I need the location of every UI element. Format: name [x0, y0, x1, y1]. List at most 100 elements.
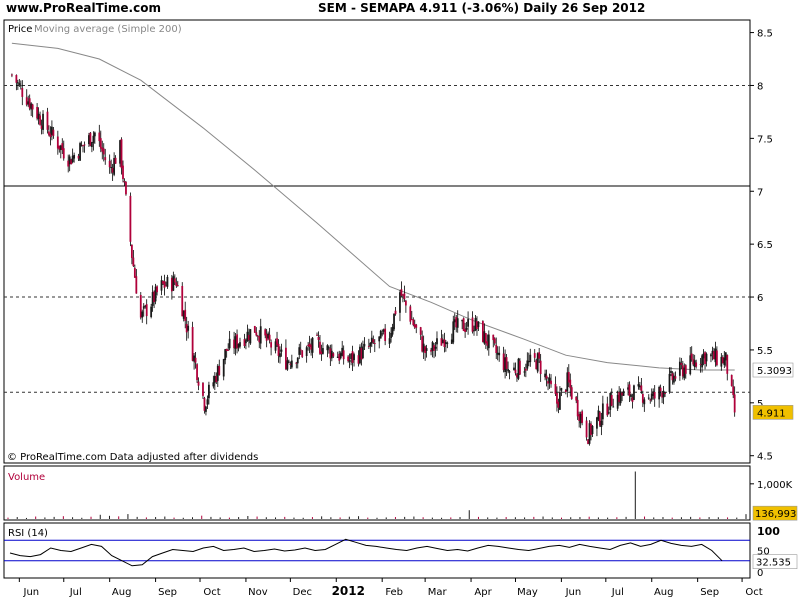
price-candle: [141, 309, 144, 323]
price-candle-body: [674, 376, 677, 379]
price-candle-body: [259, 326, 262, 344]
price-candle: [79, 141, 81, 161]
price-candle: [83, 141, 86, 153]
price-candle-body: [122, 165, 124, 180]
price-candle-body: [633, 385, 635, 400]
price-candle: [202, 382, 204, 399]
price-candle: [56, 130, 59, 155]
price-candle: [311, 336, 314, 359]
price-candle: [643, 397, 646, 412]
price-candle-body: [104, 157, 107, 161]
price-candle: [133, 264, 136, 278]
x-tick-label-3: Sep: [158, 587, 177, 598]
price-candle-body: [524, 368, 527, 371]
price-candle: [290, 354, 293, 369]
price-candle-body: [487, 334, 490, 349]
price-candle: [550, 374, 552, 388]
price-candle-body: [581, 411, 584, 423]
price-candle-body: [664, 392, 666, 394]
price-candle-body: [130, 244, 133, 258]
price-candle-body: [519, 360, 521, 375]
price-candle-body: [93, 132, 96, 137]
price-candle: [42, 110, 44, 135]
price-candle-body: [362, 346, 364, 359]
price-candle-body: [133, 267, 136, 278]
price-candle: [523, 367, 526, 377]
price-candle: [471, 311, 474, 334]
price-candle: [591, 425, 594, 437]
rsi-tick-label-0: 0: [757, 568, 763, 579]
price-candle-body: [477, 321, 480, 328]
price-candle-body: [622, 390, 625, 396]
price-candle-body: [279, 353, 281, 358]
price-candle-body: [83, 144, 86, 146]
rsi-label: RSI (14): [8, 528, 48, 539]
price-candle-body: [471, 317, 474, 332]
price-candle: [393, 313, 395, 332]
price-candle: [533, 349, 536, 363]
price-candle-body: [222, 358, 225, 377]
price-candle-body: [322, 348, 324, 354]
price-candle-body: [287, 361, 290, 363]
x-tick-label-15: Sep: [700, 587, 719, 598]
price-candle-body: [569, 379, 572, 389]
price-tick-label-1: 8: [757, 81, 763, 92]
price-candle: [544, 369, 546, 381]
price-candle-body: [467, 319, 469, 327]
volume-label: Volume: [8, 472, 45, 483]
price-candle-body: [212, 382, 215, 387]
price-candle-body: [372, 339, 375, 343]
price-candle-body: [662, 390, 665, 398]
price-candle-body: [92, 135, 95, 143]
price-candle-body: [585, 420, 588, 438]
x-tick-label-12: Jun: [565, 587, 582, 598]
price-candle-body: [425, 348, 428, 351]
x-tick-label-0: Jun: [23, 587, 40, 598]
price-candle-body: [715, 350, 718, 366]
price-candle: [730, 374, 733, 387]
price-label: Price: [8, 24, 32, 35]
price-candle: [606, 396, 609, 417]
x-tick-label-8: Feb: [385, 587, 403, 598]
price-candle-body: [46, 111, 49, 130]
price-candle-body: [591, 425, 594, 435]
price-candle-body: [732, 386, 735, 395]
price-candle-body: [514, 369, 517, 374]
price-candle: [640, 377, 643, 394]
x-tick-label-16: Oct: [745, 587, 762, 598]
price-candle: [82, 145, 84, 153]
price-candle-body: [690, 353, 693, 360]
price-candle-body: [163, 281, 166, 288]
price-candle: [46, 107, 49, 134]
price-candle-body: [353, 354, 355, 361]
price-candle-body: [176, 285, 179, 287]
price-tick-label-5: 6: [757, 293, 763, 304]
price-candle: [400, 281, 403, 297]
price-candle-body: [419, 327, 422, 335]
price-candle: [305, 345, 308, 363]
price-candle-body: [505, 357, 508, 369]
price-candle: [610, 388, 613, 407]
price-candle: [301, 349, 304, 359]
price-candle: [628, 381, 631, 402]
price-candle: [424, 345, 427, 361]
price-candle: [508, 369, 511, 380]
price-candle-body: [539, 360, 542, 375]
price-candle-body: [228, 338, 231, 349]
price-candle: [114, 155, 117, 164]
x-tick-label-10: Apr: [474, 587, 492, 598]
price-candle: [205, 405, 207, 416]
price-candle: [362, 340, 364, 360]
price-candle-body: [135, 276, 138, 294]
price-candle: [145, 299, 148, 325]
price-candle-body: [533, 353, 536, 358]
price-candle-body: [670, 371, 672, 374]
price-candle-body: [42, 113, 44, 130]
price-candle: [462, 317, 465, 332]
price-candle-body: [384, 328, 387, 342]
price-candle-body: [559, 392, 561, 410]
x-tick-label-14: Aug: [654, 587, 674, 598]
price-candle-body: [150, 306, 153, 318]
price-candle-body: [456, 318, 459, 328]
price-candle-body: [21, 88, 24, 97]
